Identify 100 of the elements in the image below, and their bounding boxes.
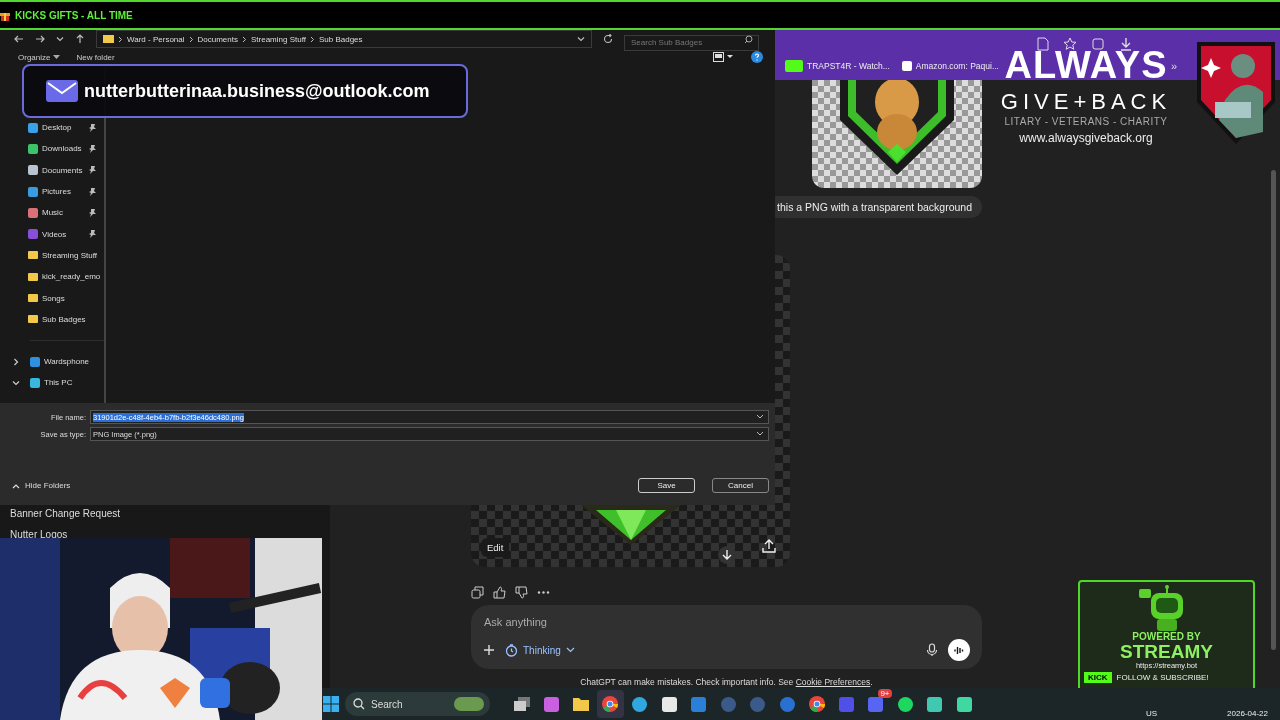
refresh-icon[interactable] [603,34,613,44]
app-icon [691,696,707,712]
breadcrumb[interactable]: Ward - Personal [127,34,185,44]
star-icon[interactable] [1063,37,1077,51]
nav-item[interactable]: Sub Badges [0,308,104,330]
app-icon [661,696,677,712]
up-icon[interactable] [75,34,85,44]
save-button[interactable]: Save [638,478,695,493]
notification-badge: 9+ [878,689,892,698]
folder-icon [28,294,38,302]
microphone-icon[interactable] [926,643,938,657]
breadcrumb[interactable]: Documents [197,34,238,44]
toolbar-button[interactable]: New folder [76,52,115,62]
taskbar-app-button[interactable]: 9+ [862,690,890,718]
chevron-right-icon [118,35,123,43]
chevron-right-icon [188,35,194,43]
app-icon [868,696,884,712]
folder-icon [28,251,38,260]
chevron-down-icon [565,647,575,653]
plus-icon[interactable] [483,644,495,656]
conversation-link[interactable]: Banner Change Request [10,508,330,519]
browser-icon [808,696,825,712]
hide-folders-button[interactable]: Hide Folders [12,481,71,490]
search-field[interactable]: Search Sub Badges [624,34,759,51]
nav-item[interactable]: Desktop [0,117,104,139]
platform-label: KICK [1084,672,1112,683]
nav-item[interactable]: Songs [0,287,104,309]
logo-url: www.alwaysgiveback.org [1019,131,1153,145]
view-icon[interactable] [713,52,735,62]
page-icon[interactable] [1037,37,1049,51]
breadcrumb[interactable]: Sub Badges [318,34,363,44]
thinking-mode-button[interactable]: Thinking [505,643,575,657]
chevron-down-icon[interactable] [577,35,585,43]
browser-icon [602,696,619,712]
logo-tagline: LITARY - VETERANS - CHARITY [1004,116,1168,127]
folder-icon [28,272,38,281]
app-icon [838,696,854,712]
disclaimer-text: ChatGPT can make mistakes. Check important info. See Cookie Preferences. [579,677,874,687]
nav-item[interactable]: Wardsphone [0,350,104,373]
cancel-button[interactable]: Cancel [712,478,769,493]
app-icon [543,696,559,712]
nav-item[interactable]: Videos [0,223,104,245]
waveform-icon [954,645,964,655]
folder-icon [572,697,589,711]
caret-icon [53,54,61,60]
back-icon[interactable] [14,34,24,44]
message-field[interactable]: Ask anything Thinking [471,605,982,669]
search-icon[interactable] [744,35,753,44]
logo-text: GIVE+BACK [1000,90,1172,114]
address-bar[interactable]: Ward - Personal Documents Streaming Stuff Sub Badges [96,30,592,48]
thumbs-down-icon[interactable] [515,585,528,599]
toolbar-button[interactable]: Organize [18,52,61,62]
app-icon [927,696,943,712]
app-icon [956,696,972,712]
app-icon [897,696,913,712]
gift-label: KICKS GIFTS - ALL TIME [15,9,133,21]
bookmarks-overflow-button[interactable]: » [1170,60,1178,72]
scrollbar[interactable] [1271,170,1276,650]
chevron-right-icon [241,35,247,43]
chevron-up-icon [12,482,20,489]
language-indicator[interactable]: US [1145,709,1158,718]
clock-date[interactable]: 2026-04-22 [1227,709,1268,718]
thumbs-up-icon[interactable] [493,585,506,599]
app-icon [750,696,766,712]
bookmark[interactable]: TRAPST4R - Watch... [785,60,890,72]
nav-item[interactable]: Pictures [0,180,104,203]
bookmark-icon [901,61,912,71]
nav-item[interactable]: Documents [0,159,104,181]
nav-item[interactable]: Music [0,202,104,224]
nav-item[interactable]: kick_ready_emo [0,266,104,288]
breadcrumb[interactable]: Streaming Stuff [250,34,306,44]
nav-item[interactable]: Downloads [0,138,104,160]
folder-icon [103,35,114,43]
nav-item[interactable]: This PC [0,372,104,394]
app-icon [632,696,648,712]
extension-icon[interactable] [1091,37,1105,51]
forward-icon[interactable] [35,34,45,44]
app-icon [720,696,736,712]
folder-icon [28,315,38,324]
chevron-icon[interactable] [12,378,20,387]
chevron-down-icon[interactable] [756,431,764,437]
edit-button[interactable]: Edit [481,538,510,557]
start-icon[interactable] [323,696,339,712]
follow-label: FOLLOW & SUBSCRIBE! [1116,673,1209,682]
badge-title: STREAMY [1120,642,1213,661]
logo-text: ALWAYS [1004,46,1168,84]
bookmark[interactable]: Amazon.com: Paqui... [901,61,999,71]
copy-icon[interactable] [471,585,484,599]
chevron-down-icon[interactable] [756,414,764,420]
chevron-icon[interactable] [12,357,20,366]
badge-text: POWERED BY [1132,631,1201,642]
search-icon [353,698,365,710]
chevron-down-icon[interactable] [56,35,64,43]
help-icon[interactable] [751,51,763,63]
taskbar-app-button[interactable] [596,690,624,718]
share-icon[interactable] [762,539,776,553]
nav-item[interactable]: Streaming Stuff [0,244,104,267]
voice-mode-button[interactable] [948,639,970,661]
envelope-icon [46,80,78,102]
chevron-right-icon [309,35,315,43]
